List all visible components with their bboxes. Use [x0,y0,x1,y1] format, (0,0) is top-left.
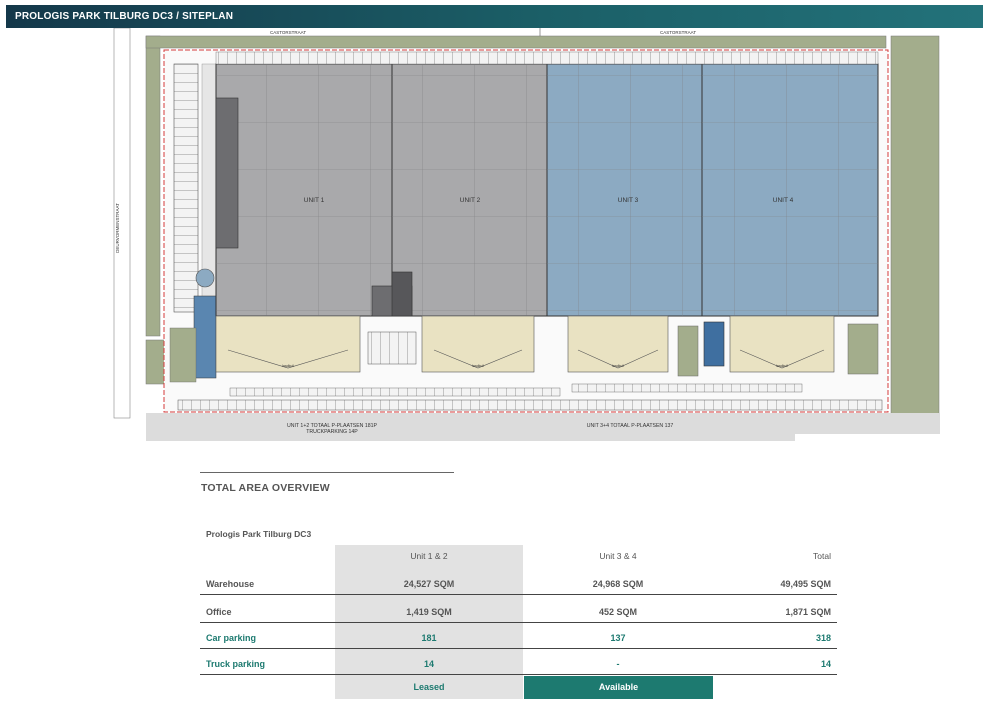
unit-1-label: UNIT 1 [304,197,325,204]
dock-label-4: laadkuil [776,364,788,368]
page-title-bar: PROLOGIS PARK TILBURG DC3 / SITEPLAN [6,5,983,28]
cell-total: 14 [820,659,831,669]
column-header-total: Total [813,551,831,561]
table-caption: Prologis Park Tilburg DC3 [206,529,312,539]
unit-2-label: UNIT 2 [460,197,481,204]
cell-unit34: 452 SQM [598,607,638,617]
status-badge-leased: Leased [413,682,445,692]
street-label-west: DEURVORMENSTRAAT [115,203,120,253]
street-label-north-left: CASTORSTRAAT [270,30,306,35]
cell-unit12: 1,419 SQM [406,607,452,617]
siteplan-drawing: CASTORSTRAAT CASTORSTRAAT DEURVORMENSTRA… [110,28,940,441]
cell-unit12: 181 [421,633,437,643]
dock-label-2: laadkuil [472,364,484,368]
column-header-unit34: Unit 3 & 4 [599,551,637,561]
cell-unit12: 14 [423,659,434,669]
parking-note-truck: TRUCKPARKING 14P [306,429,358,435]
row-divider [200,648,837,649]
row-divider [200,674,837,675]
column-header-unit12: Unit 1 & 2 [410,551,448,561]
row-label: Truck parking [206,659,266,669]
row-label: Office [206,607,232,617]
street-label-north-right: CASTORSTRAAT [660,30,696,35]
dock-label-3: laadkuil [612,364,624,368]
parking-note-unit34: UNIT 3+4 TOTAAL P-PLAATSEN 137 [587,423,674,429]
dock-label-1: laadkuil [282,364,294,368]
row-divider [200,594,837,595]
page-title: PROLOGIS PARK TILBURG DC3 / SITEPLAN [15,11,234,22]
overview-title: TOTAL AREA OVERVIEW [201,482,330,494]
area-overview-table: Prologis Park Tilburg DC3 Unit 1 & 2 Uni… [200,523,837,699]
row-label: Car parking [206,633,257,643]
unit-3-label: UNIT 3 [618,197,639,204]
cell-total: 318 [815,633,831,643]
overview-divider [200,472,454,473]
unit-4-label: UNIT 4 [773,197,794,204]
cell-unit34: 24,968 SQM [592,579,644,589]
cell-total: 1,871 SQM [785,607,831,617]
cell-unit34: - [616,659,620,669]
row-label: Warehouse [206,579,255,589]
cell-unit34: 137 [610,633,626,643]
cell-unit12: 24,527 SQM [403,579,455,589]
cell-total: 49,495 SQM [780,579,831,589]
status-badge-available: Available [524,676,713,699]
row-divider [200,622,837,623]
